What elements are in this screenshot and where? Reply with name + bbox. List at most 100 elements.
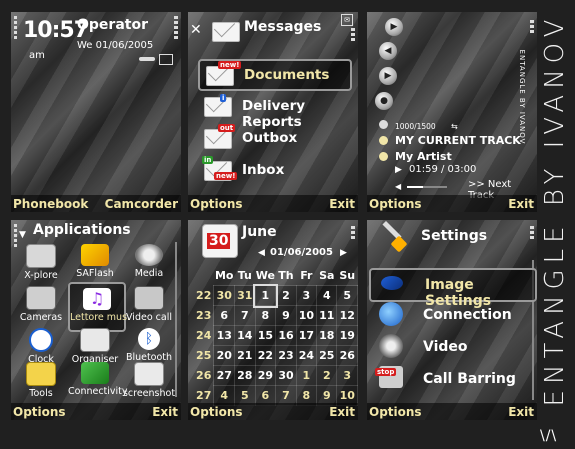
internet-globe-icon — [379, 302, 403, 326]
next-button[interactable]: ▶ — [379, 67, 397, 85]
day-cell[interactable]: 12 — [336, 305, 358, 326]
day-cell-today[interactable]: 1 — [253, 283, 278, 308]
screenshot-icon — [134, 362, 164, 386]
calendar-header-icon: 30 — [202, 224, 238, 258]
day-cell[interactable]: 10 — [295, 305, 318, 326]
day-cell[interactable]: 6 — [213, 305, 236, 326]
day-cell[interactable]: 2 — [275, 285, 297, 306]
app-cameras[interactable]: Cameras — [14, 286, 68, 326]
day-cell[interactable]: 9 — [275, 305, 297, 326]
day-cell[interactable]: 5 — [336, 285, 358, 306]
prev-day-arrow[interactable]: ◀ — [258, 248, 265, 258]
week-row: 26 27 28 29 30 1 2 3 — [194, 365, 358, 386]
clock-icon — [29, 328, 53, 352]
camera-icon — [26, 286, 56, 310]
day-cell[interactable]: 8 — [254, 305, 277, 326]
weekday-header-row: Mo Tu We Th Fr Sa Su — [194, 266, 358, 286]
app-tools[interactable]: Tools — [14, 362, 68, 402]
day-cell[interactable]: 2 — [316, 365, 338, 386]
day-cell[interactable]: 23 — [275, 345, 297, 366]
exit-softkey[interactable]: Exit — [508, 405, 534, 419]
battery-indicator — [530, 226, 534, 250]
film-reel-icon — [379, 334, 403, 358]
app-xplore[interactable]: X-plore — [14, 244, 68, 284]
phonebook-softkey[interactable]: Phonebook — [13, 197, 88, 211]
previous-button[interactable]: ◀ — [379, 42, 397, 60]
day-cell[interactable]: 27 — [213, 365, 236, 386]
app-media[interactable]: Media — [122, 244, 176, 284]
menu-item-delivery-reports[interactable]: i Delivery Reports — [198, 92, 348, 130]
stop-button[interactable]: ● — [375, 92, 393, 110]
track-icon — [379, 120, 388, 129]
day-cell[interactable]: 21 — [234, 345, 256, 366]
day-cell[interactable]: 30 — [275, 365, 297, 386]
bluetooth-icon: ᛒ — [138, 328, 160, 350]
day-cell[interactable]: 19 — [336, 325, 358, 346]
messages-header-icon — [208, 17, 240, 42]
app-screenshot[interactable]: screenshot — [122, 362, 176, 402]
day-cell[interactable]: 25 — [316, 345, 338, 366]
app-music-player[interactable]: ♫ Lettore mus. — [68, 282, 130, 332]
options-softkey[interactable]: Options — [190, 405, 243, 419]
options-softkey[interactable]: Options — [190, 197, 243, 211]
app-video-call[interactable]: Video call — [122, 286, 176, 326]
menu-item-inbox[interactable]: in new! Inbox — [198, 156, 348, 184]
day-cell[interactable]: 3 — [336, 365, 358, 386]
menu-item-outbox[interactable]: out Outbox — [198, 124, 348, 152]
week-row: 22 30 31 1 2 3 4 5 — [194, 283, 358, 308]
softkey-bar: Options Exit — [188, 195, 358, 212]
app-connectivity[interactable]: Connectivity — [68, 362, 128, 402]
day-cell[interactable]: 22 — [254, 345, 277, 366]
day-cell[interactable]: 3 — [295, 285, 318, 306]
options-softkey[interactable]: Options — [13, 405, 66, 419]
brand-footer-mark: \/\ — [540, 428, 558, 444]
camcorder-softkey[interactable]: Camcorder — [105, 197, 178, 211]
exit-softkey[interactable]: Exit — [152, 405, 178, 419]
options-softkey[interactable]: Options — [369, 405, 422, 419]
play-button[interactable]: ▶ — [385, 18, 403, 36]
settings-item-connection[interactable]: Connection — [369, 300, 533, 330]
day-cell[interactable]: 20 — [213, 345, 236, 366]
signal-indicator — [14, 16, 17, 50]
progress-bar[interactable] — [407, 186, 447, 188]
day-cell[interactable]: 14 — [234, 325, 256, 346]
day-cell[interactable]: 31 — [234, 285, 256, 306]
day-cell[interactable]: 1 — [295, 365, 318, 386]
day-cell[interactable]: 24 — [295, 345, 318, 366]
brand-vertical-text: ENTANGLE BY IVANOV — [540, 13, 570, 407]
week-row: 23 6 7 8 9 10 11 12 — [194, 305, 358, 326]
day-cell[interactable]: 29 — [254, 365, 277, 386]
menu-item-documents[interactable]: new! Documents — [198, 59, 352, 91]
day-cell[interactable]: 4 — [316, 285, 338, 306]
day-cell[interactable]: 15 — [254, 325, 277, 346]
settings-item-call-barring[interactable]: stop Call Barring — [369, 364, 533, 394]
weekday-header: Th — [278, 269, 294, 282]
settings-item-video[interactable]: Video — [369, 332, 533, 362]
track-title: MY CURRENT TRACK — [395, 134, 521, 147]
day-cell[interactable]: 16 — [275, 325, 297, 346]
exit-softkey[interactable]: Exit — [329, 405, 355, 419]
settings-item-image-settings[interactable]: Image Settings — [369, 268, 537, 309]
day-cell[interactable]: 28 — [234, 365, 256, 386]
weekday-header: Mo — [214, 269, 234, 282]
options-softkey[interactable]: Options — [369, 197, 422, 211]
video-call-icon — [134, 286, 164, 310]
applications-screen: ▼ Applications X-plore SAFlash Media Cam… — [11, 220, 181, 420]
app-saflash[interactable]: SAFlash — [68, 244, 122, 284]
day-cell[interactable]: 26 — [336, 345, 358, 366]
applications-title: Applications — [33, 222, 131, 238]
day-cell[interactable]: 13 — [213, 325, 236, 346]
day-cell[interactable]: 17 — [295, 325, 318, 346]
day-cell[interactable]: 18 — [316, 325, 338, 346]
image-settings-icon — [381, 276, 403, 290]
day-cell[interactable]: 30 — [213, 285, 236, 306]
next-day-arrow[interactable]: ▶ — [340, 248, 347, 258]
exit-softkey[interactable]: Exit — [329, 197, 355, 211]
close-icon[interactable]: ✕ — [190, 22, 202, 38]
day-cell[interactable]: 11 — [316, 305, 338, 326]
weekday-header: Fr — [300, 269, 313, 282]
day-cell[interactable]: 7 — [234, 305, 256, 326]
organiser-icon — [80, 328, 110, 352]
delivery-reports-icon: i — [200, 92, 232, 118]
exit-softkey[interactable]: Exit — [508, 197, 534, 211]
